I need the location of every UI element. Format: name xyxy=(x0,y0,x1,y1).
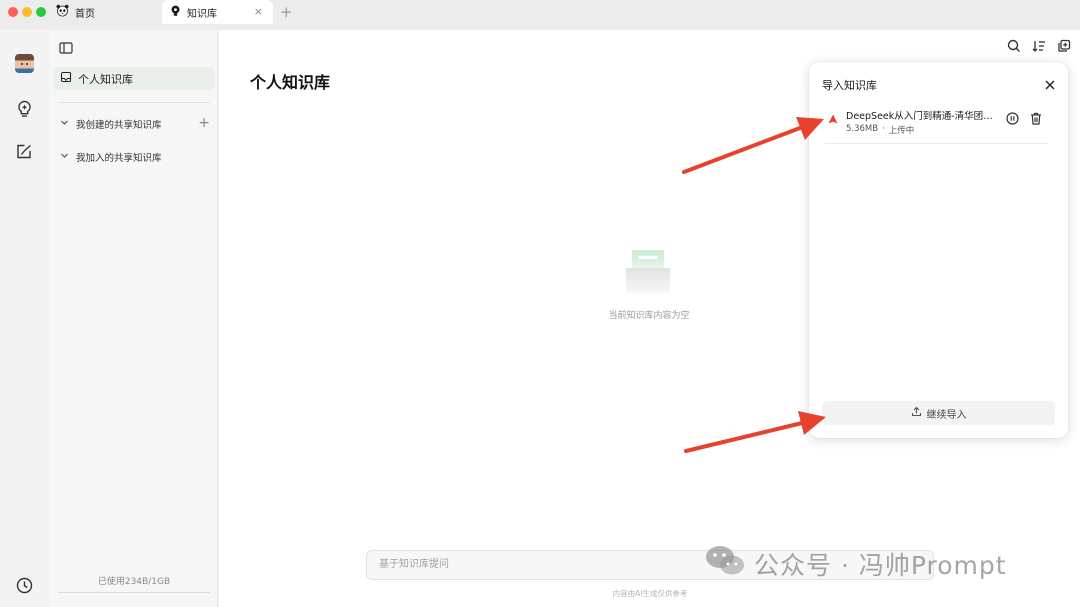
sidebar-item-personal-kb[interactable]: 个人知识库 xyxy=(53,67,215,90)
avatar[interactable] xyxy=(15,54,34,73)
lightbulb-sparkle-icon[interactable] xyxy=(15,99,34,118)
left-rail xyxy=(0,30,50,607)
panel-title: 导入知识库 xyxy=(822,79,877,92)
search-icon[interactable] xyxy=(1006,38,1022,54)
sidebar-item-created-shared[interactable]: 我创建的共享知识库 + xyxy=(60,115,210,133)
minimize-window-button[interactable] xyxy=(22,7,32,17)
close-window-button[interactable] xyxy=(8,7,18,17)
tab-home[interactable]: 首页 xyxy=(56,3,95,21)
storage-usage-bar xyxy=(58,592,210,593)
upload-file-row: DeepSeek从入门到精通-清华团队.... 5.36MB · 上传中 xyxy=(825,105,1049,144)
sidebar-item-label: 我创建的共享知识库 xyxy=(76,120,162,131)
empty-box-icon xyxy=(624,248,672,294)
add-knowledge-icon[interactable] xyxy=(1056,38,1072,54)
new-tab-button[interactable]: + xyxy=(280,4,293,20)
panda-icon xyxy=(56,4,69,20)
ai-disclaimer: 内容由AI生成仅供参考 xyxy=(612,589,688,598)
tab-knowledge-base-label: 知识库 xyxy=(187,8,217,20)
empty-state-text: 当前知识库内容为空 xyxy=(608,311,690,321)
lightbulb-icon xyxy=(170,5,181,20)
chevron-down-icon xyxy=(60,118,69,130)
continue-import-button[interactable]: 继续导入 xyxy=(822,401,1055,425)
file-size: 5.36MB xyxy=(846,124,879,134)
sort-icon[interactable] xyxy=(1031,38,1047,54)
watermark: 公众号 · 冯帅Prompt xyxy=(704,544,1007,584)
meta-separator: · xyxy=(882,124,885,134)
sidebar-divider xyxy=(58,102,210,103)
knowledge-sidebar: 个人知识库 我创建的共享知识库 + 我加入的共享知识库 已使用234B/1GB xyxy=(50,30,218,607)
trash-icon[interactable] xyxy=(1030,110,1042,125)
import-panel: 导入知识库 DeepSeek从入门到精通-清华团队.... 5.36MB · 上… xyxy=(809,62,1068,438)
add-shared-kb-button[interactable]: + xyxy=(198,115,210,131)
file-name: DeepSeek从入门到精通-清华团队.... xyxy=(846,111,1001,122)
tab-knowledge-base[interactable]: 知识库 × xyxy=(162,0,273,24)
history-clock-icon[interactable] xyxy=(15,576,34,595)
pdf-file-icon xyxy=(828,109,838,124)
zoom-window-button[interactable] xyxy=(36,7,46,17)
kb-box-icon xyxy=(60,71,72,86)
sidebar-item-joined-shared[interactable]: 我加入的共享知识库 xyxy=(60,148,210,166)
upload-status: 上传中 xyxy=(888,126,915,136)
continue-import-label: 继续导入 xyxy=(926,409,967,421)
wechat-icon xyxy=(704,544,746,584)
watermark-text: 公众号 · 冯帅Prompt xyxy=(754,551,1007,580)
file-meta: 5.36MB · 上传中 xyxy=(846,124,914,136)
page-title: 个人知识库 xyxy=(250,73,331,92)
title-bar: 首页 知识库 × + xyxy=(0,0,1080,30)
sidebar-item-label: 个人知识库 xyxy=(78,72,133,86)
edit-note-icon[interactable] xyxy=(15,142,34,161)
tab-close-icon[interactable]: × xyxy=(254,6,263,18)
chevron-down-icon xyxy=(60,151,69,163)
upload-icon xyxy=(911,406,922,420)
pause-icon[interactable] xyxy=(1006,110,1019,125)
storage-usage: 已使用234B/1GB xyxy=(97,577,171,587)
top-toolbar xyxy=(1006,38,1072,54)
tab-home-label: 首页 xyxy=(75,8,95,20)
sidebar-item-label: 我加入的共享知识库 xyxy=(76,153,162,164)
sidebar-toggle-icon[interactable] xyxy=(59,39,73,54)
close-icon[interactable] xyxy=(1044,76,1056,90)
